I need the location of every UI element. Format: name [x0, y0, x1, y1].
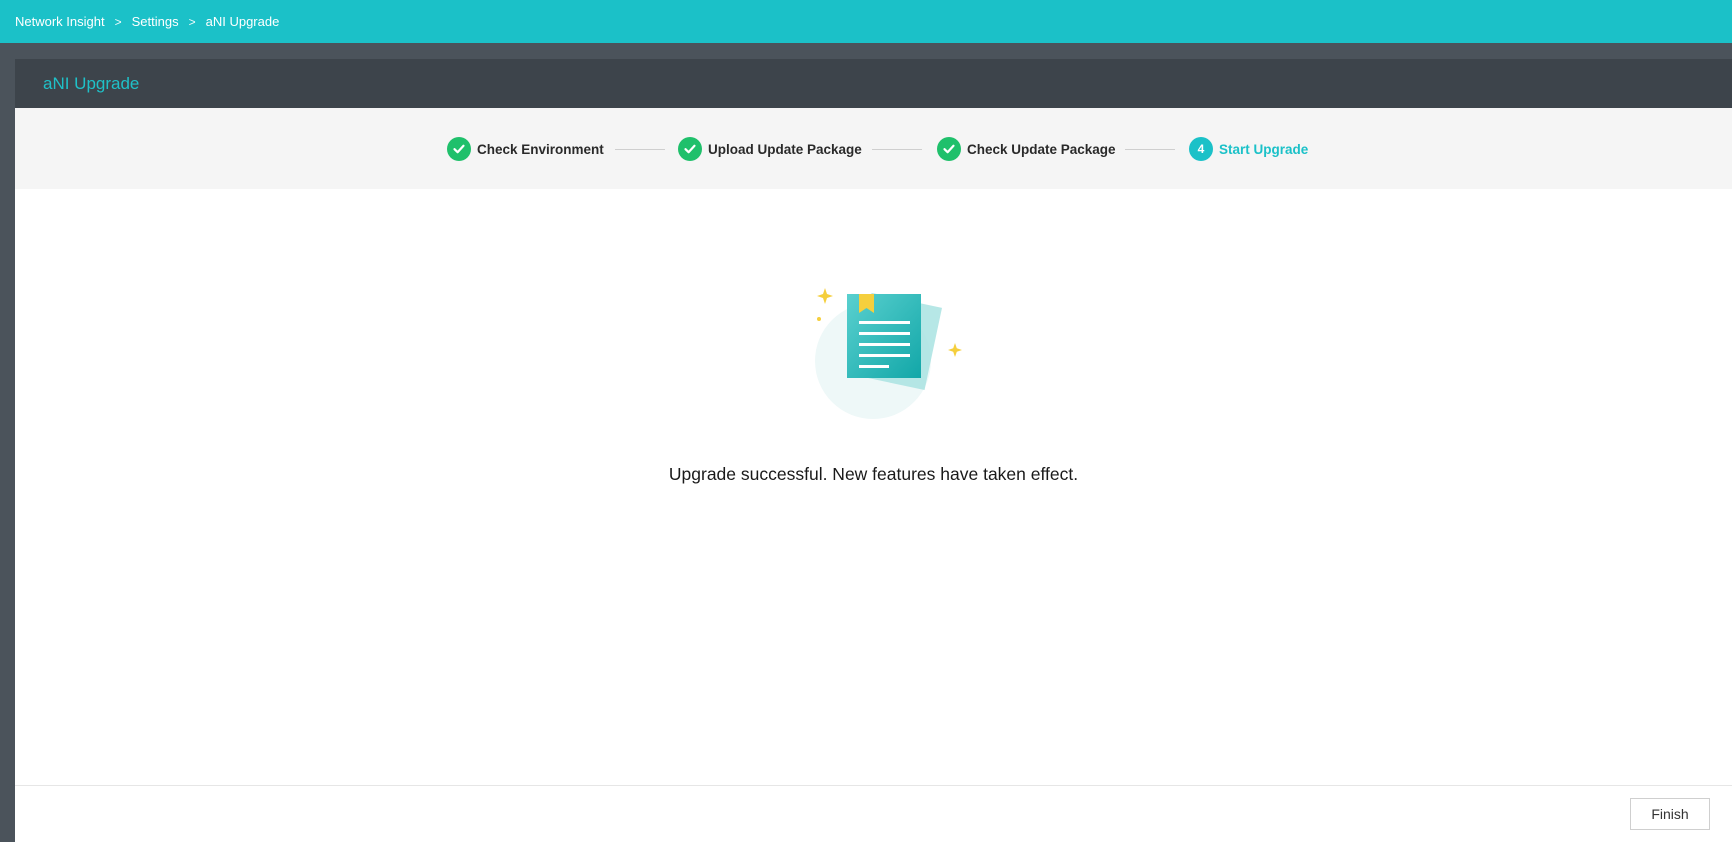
top-bar: Network Insight > Settings > aNI Upgrade — [0, 0, 1732, 43]
check-icon — [447, 137, 471, 161]
step-connector — [1125, 149, 1175, 150]
check-icon — [937, 137, 961, 161]
step-check-update-package: Check Update Package — [937, 136, 1116, 162]
document-success-icon — [795, 286, 985, 426]
step-connector — [872, 149, 922, 150]
panel-header: aNI Upgrade — [15, 59, 1732, 108]
step-start-upgrade: 4 Start Upgrade — [1189, 136, 1308, 162]
check-icon — [678, 137, 702, 161]
result-message: Upgrade successful. New features have ta… — [668, 464, 1079, 484]
breadcrumb-ani-upgrade: aNI Upgrade — [205, 14, 280, 29]
upgrade-panel: aNI Upgrade Check Environment Upload Upd… — [15, 59, 1732, 842]
step-upload-update-package: Upload Update Package — [678, 136, 862, 162]
step-connector — [615, 149, 665, 150]
steps-bar: Check Environment Upload Update Package … — [15, 108, 1732, 189]
finish-button[interactable]: Finish — [1630, 798, 1710, 830]
breadcrumb-network-insight[interactable]: Network Insight — [15, 14, 105, 29]
step-label: Check Update Package — [967, 141, 1116, 157]
step-label: Check Environment — [477, 141, 604, 157]
footer-divider — [15, 785, 1732, 786]
step-number: 4 — [1189, 137, 1213, 161]
step-label: Upload Update Package — [708, 141, 862, 157]
step-label: Start Upgrade — [1219, 141, 1309, 157]
step-check-environment: Check Environment — [447, 136, 604, 162]
breadcrumb-settings[interactable]: Settings — [132, 14, 179, 29]
breadcrumb-separator: > — [114, 14, 122, 29]
page-title: aNI Upgrade — [43, 73, 140, 93]
breadcrumb-separator: > — [188, 14, 196, 29]
